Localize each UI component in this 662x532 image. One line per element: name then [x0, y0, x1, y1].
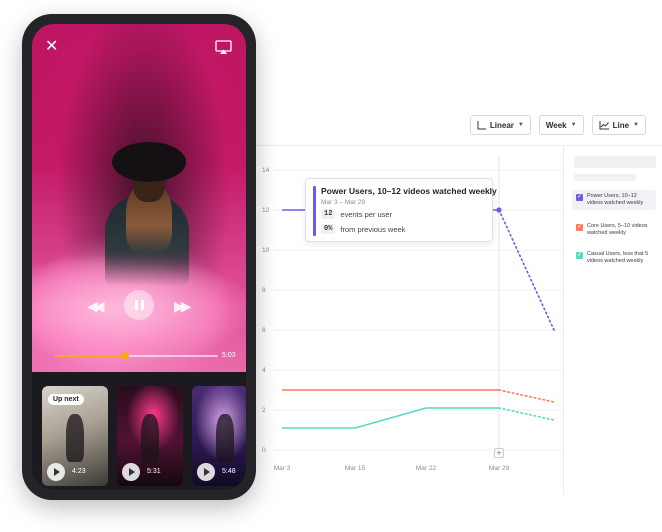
- video-thumbnail[interactable]: 5:48: [192, 386, 246, 486]
- checkbox-icon[interactable]: ✓: [576, 194, 583, 201]
- video-duration: 5:31: [147, 468, 161, 475]
- time-label: 5:03: [222, 352, 236, 359]
- series-projection: [498, 209, 555, 331]
- hover-point: [496, 207, 502, 213]
- legend-item-core-users[interactable]: ✓ Core Users, 5–10 videos watched weekly: [572, 220, 656, 240]
- up-next-list: Up next 4:23 5:31 5:48: [42, 386, 246, 490]
- chart-type-label: Line: [612, 120, 630, 130]
- thumbnail-figure: [141, 414, 159, 462]
- thumbnail-figure: [66, 414, 84, 462]
- chevron-down-icon: ▼: [517, 122, 524, 128]
- chevron-down-icon: ▼: [570, 122, 577, 128]
- play-icon[interactable]: [47, 463, 65, 481]
- tooltip-date-range: Mar 3 – Mar 29: [321, 199, 366, 206]
- video-player[interactable]: ✕ ◀◀ ▶▶ 5:03: [32, 24, 246, 372]
- chart-tooltip: Power Users, 10–12 videos watched weekly…: [305, 178, 497, 242]
- series-line: [282, 407, 499, 429]
- y-tick-label: 12: [262, 207, 270, 214]
- tooltip-metric-row: 12 events per user: [321, 209, 392, 219]
- pause-button[interactable]: [124, 290, 154, 320]
- progress-bar[interactable]: [55, 352, 218, 360]
- legend-placeholder: [574, 156, 656, 168]
- y-tick-label: 6: [262, 327, 266, 334]
- close-icon[interactable]: ✕: [45, 39, 59, 55]
- play-icon[interactable]: [197, 463, 215, 481]
- rewind-icon[interactable]: ◀◀: [87, 298, 104, 315]
- tooltip-change-row: 0% from previous week: [321, 224, 405, 234]
- change-label: from previous week: [340, 224, 406, 234]
- x-tick-label: Mar 3: [274, 465, 291, 472]
- axis-icon: [477, 120, 486, 129]
- y-tick-label: 10: [262, 247, 270, 254]
- legend-panel: ✓ Power Users, 10–12 videos watched week…: [563, 145, 662, 495]
- checkbox-icon[interactable]: ✓: [576, 224, 583, 231]
- metric-value: 12: [321, 209, 336, 219]
- line-chart-icon: [599, 120, 609, 129]
- video-duration: 5:48: [222, 468, 236, 475]
- chart-toolbar: Linear ▼ Week ▼ Line ▼: [469, 115, 646, 135]
- tooltip-title: Power Users, 10–12 videos watched weekly: [321, 186, 497, 196]
- performer-hat: [112, 142, 186, 182]
- legend-item-power-users[interactable]: ✓ Power Users, 10–12 videos watched week…: [572, 190, 656, 210]
- airplay-icon[interactable]: [215, 40, 232, 55]
- series-projection: [498, 389, 555, 403]
- scale-label: Linear: [489, 120, 514, 130]
- metric-label: events per user: [340, 209, 393, 219]
- chevron-down-icon: ▼: [633, 122, 639, 128]
- y-tick-label: 4: [262, 367, 266, 374]
- change-value: 0%: [321, 224, 336, 234]
- interval-label: Week: [545, 120, 567, 130]
- up-next-badge: Up next: [48, 394, 84, 405]
- y-tick-label: 14: [262, 167, 270, 174]
- checkbox-icon[interactable]: ✓: [576, 252, 583, 259]
- x-tick-label: Mar 15: [345, 465, 366, 472]
- y-tick-label: 2: [262, 407, 266, 414]
- phone-screen: ✕ ◀◀ ▶▶ 5:03 Up next 4:23 5:31 5:48: [32, 24, 246, 490]
- video-thumbnail[interactable]: 5:31: [117, 386, 183, 486]
- legend-placeholder: [574, 174, 636, 181]
- legend-label: Power Users, 10–12 videos watched weekly: [587, 193, 644, 206]
- x-tick-label: Mar 29: [489, 465, 510, 472]
- thumbnail-figure: [216, 414, 234, 462]
- scale-dropdown[interactable]: Linear ▼: [469, 115, 531, 135]
- phone-frame: ✕ ◀◀ ▶▶ 5:03 Up next 4:23 5:31 5:48: [22, 14, 256, 500]
- tooltip-color-bar: [313, 186, 316, 236]
- video-thumbnail[interactable]: Up next 4:23: [42, 386, 108, 486]
- interval-dropdown[interactable]: Week ▼: [538, 115, 584, 135]
- video-duration: 4:23: [72, 468, 86, 475]
- legend-label: Casual Users, less that 5 videos watched…: [587, 251, 649, 264]
- add-annotation-button[interactable]: +: [494, 448, 504, 458]
- y-tick-label: 8: [262, 287, 266, 294]
- chart-type-dropdown[interactable]: Line ▼: [591, 115, 646, 135]
- x-tick-label: Mar 22: [416, 465, 437, 472]
- legend-label: Core Users, 5–10 videos watched weekly: [587, 223, 648, 236]
- y-tick-label: 0: [262, 447, 266, 454]
- progress-fill: [55, 355, 126, 357]
- fast-forward-icon[interactable]: ▶▶: [174, 298, 191, 315]
- play-icon[interactable]: [122, 463, 140, 481]
- legend-item-casual-users[interactable]: ✓ Casual Users, less that 5 videos watch…: [572, 248, 656, 268]
